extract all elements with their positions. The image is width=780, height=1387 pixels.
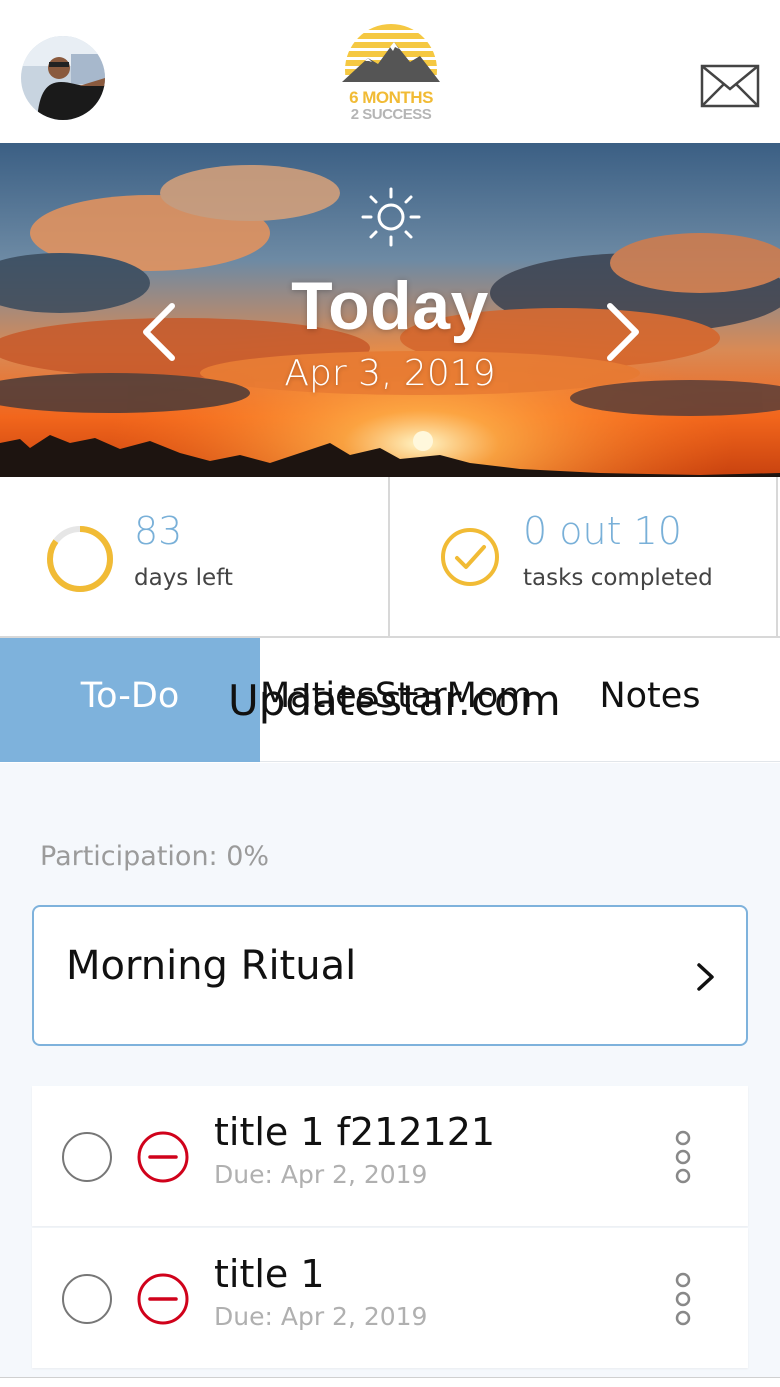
chevron-left-icon (143, 303, 175, 361)
days-left-value: 83 (134, 509, 183, 553)
chevron-right-icon (697, 963, 714, 991)
mountain-sun-logo-icon (342, 24, 440, 82)
logo-line1: 6 MONTHS (349, 88, 433, 107)
app-logo: 6 MONTHS 2 SUCCESS (338, 22, 444, 126)
envelope-icon (700, 64, 760, 108)
morning-ritual-card[interactable]: Morning Ritual (32, 905, 748, 1046)
day-date: Apr 3, 2019 (284, 353, 496, 394)
task-title: title 1 (214, 1252, 325, 1296)
user-avatar[interactable] (21, 36, 105, 120)
task-item: title 1 Due: Apr 2, 2019 (32, 1228, 748, 1368)
stats-edge (776, 477, 778, 638)
participation-label: Participation: 0% (40, 841, 270, 872)
next-day-button[interactable] (598, 300, 646, 364)
logo-line2: 2 SUCCESS (350, 106, 432, 123)
ritual-title: Morning Ritual (66, 943, 357, 989)
sun-icon (361, 187, 421, 247)
task-complete-checkbox[interactable] (62, 1132, 112, 1182)
previous-day-button[interactable] (136, 300, 184, 364)
bottom-edge (0, 1377, 780, 1387)
todo-content: Participation: 0% Morning Ritual title 1… (0, 763, 780, 1387)
tasks-completed-label: tasks completed (523, 565, 713, 591)
remove-circle-icon[interactable] (136, 1130, 190, 1184)
task-due-date: Due: Apr 2, 2019 (214, 1302, 428, 1331)
hero-banner: Today Apr 3, 2019 (0, 143, 780, 477)
app-header: 6 MONTHS 2 SUCCESS (0, 0, 780, 143)
days-left-label: days left (134, 565, 233, 591)
more-vertical-icon[interactable] (668, 1270, 698, 1330)
task-due-date: Due: Apr 2, 2019 (214, 1160, 428, 1189)
stats-panel: 83 days left 0 out 10 tasks completed (0, 477, 780, 638)
day-title: Today (291, 268, 489, 344)
tab-bar: To-Do MatiesStarMom Notes (0, 638, 780, 762)
task-list: title 1 f212121 Due: Apr 2, 2019 title 1… (32, 1086, 748, 1370)
task-title: title 1 f212121 (214, 1110, 496, 1154)
tab-matiesstarmom[interactable]: MatiesStarMom (260, 638, 532, 762)
check-circle-icon (441, 528, 499, 586)
task-complete-checkbox[interactable] (62, 1274, 112, 1324)
task-item: title 1 f212121 Due: Apr 2, 2019 (32, 1086, 748, 1226)
stats-divider (388, 477, 390, 638)
days-progress-ring-icon (47, 526, 113, 592)
tasks-completed-value: 0 out 10 (523, 509, 682, 553)
tab-notes[interactable]: Notes (520, 638, 780, 762)
mail-button[interactable] (700, 63, 760, 109)
tab-todo[interactable]: To-Do (0, 638, 260, 762)
chevron-right-icon (607, 303, 639, 361)
avatar-photo-icon (21, 36, 105, 120)
remove-circle-icon[interactable] (136, 1272, 190, 1326)
more-vertical-icon[interactable] (668, 1128, 698, 1188)
